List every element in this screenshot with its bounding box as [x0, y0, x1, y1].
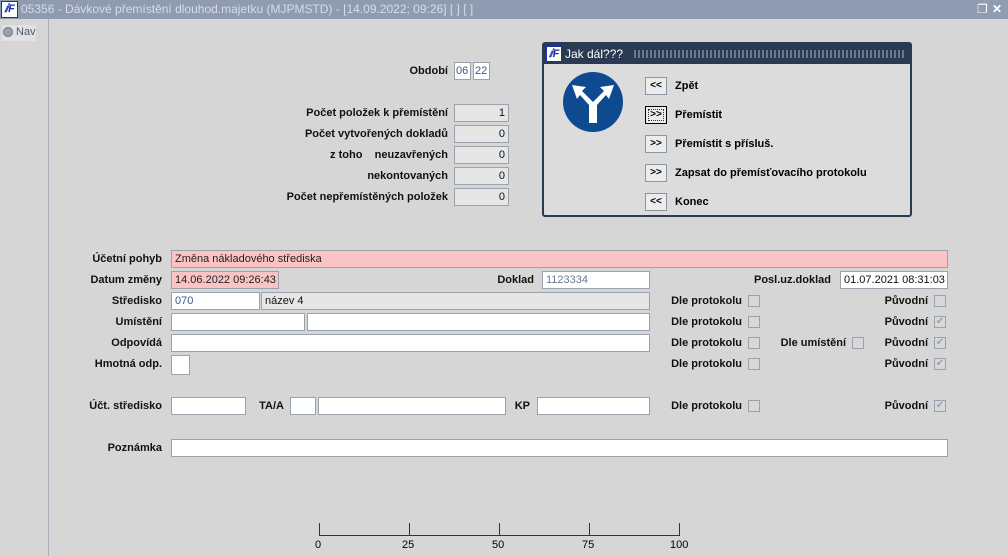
puvodni-label: Původní: [884, 337, 928, 349]
dialog-title-bar: ⅈF Jak dál???: [544, 44, 910, 64]
doklad-field[interactable]: 1123334: [542, 271, 650, 289]
close-icon[interactable]: ✕: [992, 0, 1002, 19]
dle-umisteni-label: Dle umístění: [780, 337, 846, 349]
radio-icon: [3, 27, 13, 37]
dle-protokolu-label: Dle protokolu: [671, 295, 742, 307]
puvodni-checkbox-checked[interactable]: ✔: [934, 358, 946, 370]
obdobi-label: Období: [409, 65, 449, 77]
kp-field[interactable]: [537, 397, 650, 415]
count-value: 0: [454, 167, 509, 185]
doklad-label: Doklad: [497, 274, 534, 286]
count-label: nekontovaných: [367, 170, 448, 182]
obdobi-year-input[interactable]: 22: [473, 62, 490, 80]
ucetni-pohyb-label: Účetní pohyb: [92, 253, 162, 265]
posl-uz-doklad-field: 01.07.2021 08:31:03: [840, 271, 948, 289]
count-label: Počet nepřemístěných položek: [286, 191, 448, 203]
scale-tick-label: 75: [582, 539, 595, 551]
option-label: Zpět: [675, 80, 699, 92]
dle-protokolu-checkbox[interactable]: [748, 337, 760, 349]
nav-button[interactable]: Nav: [2, 25, 36, 41]
window-title: 05356 - Dávkové přemístění dlouhod.majet…: [21, 2, 474, 16]
dle-protokolu-label: Dle protokolu: [671, 358, 742, 370]
stredisko-field[interactable]: 070: [171, 292, 260, 310]
taa-label: TA/A: [259, 400, 284, 412]
count-label: z toho neuzavřených: [330, 149, 448, 161]
count-value: 0: [454, 146, 509, 164]
dle-protokolu-label: Dle protokolu: [671, 400, 742, 412]
premistit-prislus-button[interactable]: >>: [645, 135, 667, 153]
scale-tick-label: 50: [492, 539, 505, 551]
restore-icon[interactable]: ❐: [977, 0, 988, 19]
app-logo-icon: ⅈF: [1, 1, 18, 18]
scale-tick: [319, 523, 320, 535]
taa-field[interactable]: [290, 397, 316, 415]
count-label: Počet položek k přemístění: [306, 107, 448, 119]
dialog-title: Jak dál???: [565, 47, 624, 61]
back-button[interactable]: <<: [645, 77, 667, 95]
puvodni-label: Původní: [884, 316, 928, 328]
nav-label: Nav: [16, 26, 36, 38]
konec-button[interactable]: <<: [645, 193, 667, 211]
dle-protokolu-label: Dle protokolu: [671, 316, 742, 328]
stredisko-label: Středisko: [111, 295, 162, 307]
poznamka-field[interactable]: [171, 439, 948, 457]
odpovida-field[interactable]: [171, 334, 650, 352]
umisteni-nazev-field[interactable]: [307, 313, 650, 331]
dle-protokolu-checkbox[interactable]: [748, 358, 760, 370]
dle-protokolu-checkbox[interactable]: [748, 316, 760, 328]
odpovida-label: Odpovídá: [111, 337, 162, 349]
umisteni-field[interactable]: [171, 313, 305, 331]
obdobi-month-input[interactable]: 06: [454, 62, 471, 80]
count-value: 1: [454, 104, 509, 122]
option-label: Přemístit s přísluš.: [675, 138, 774, 150]
scale-tick: [679, 523, 680, 535]
datum-zmeny-label: Datum změny: [90, 274, 162, 286]
hmotna-odp-field[interactable]: [171, 355, 190, 375]
datum-zmeny-field[interactable]: 14.06.2022 09:26:43: [171, 271, 279, 289]
count-label: Počet vytvořených dokladů: [304, 128, 448, 140]
zapsat-button[interactable]: >>: [645, 164, 667, 182]
nav-panel: Nav: [0, 19, 49, 556]
progress-scale-axis: [319, 535, 680, 536]
poznamka-label: Poznámka: [107, 442, 162, 454]
posl-uz-doklad-label: Posl.uz.doklad: [753, 274, 831, 286]
kp-label: KP: [514, 400, 530, 412]
puvodni-checkbox[interactable]: [934, 295, 946, 307]
option-label: Zapsat do přemísťovacího protokolu: [675, 167, 867, 179]
uct-stredisko-label: Účt. středisko: [89, 400, 162, 412]
stredisko-nazev-field: název 4: [261, 292, 650, 310]
puvodni-label: Původní: [884, 295, 928, 307]
dle-protokolu-label: Dle protokolu: [671, 337, 742, 349]
scale-tick-label: 25: [402, 539, 415, 551]
option-label: Přemístit: [675, 109, 723, 121]
puvodni-label: Původní: [884, 358, 928, 370]
road-sign-icon: [563, 72, 623, 132]
umisteni-label: Umístění: [115, 316, 162, 328]
option-label: Konec: [675, 196, 709, 208]
puvodni-label: Původní: [884, 400, 928, 412]
puvodni-checkbox-checked[interactable]: ✔: [934, 316, 946, 328]
premistit-button[interactable]: >>: [645, 106, 667, 124]
title-bar: ⅈF 05356 - Dávkové přemístění dlouhod.ma…: [0, 0, 1008, 19]
scale-tick: [589, 523, 590, 535]
dialog-logo-icon: ⅈF: [546, 46, 562, 62]
ucetni-pohyb-field[interactable]: Změna nákladového střediska: [171, 250, 948, 268]
dle-protokolu-checkbox[interactable]: [748, 400, 760, 412]
dle-protokolu-checkbox[interactable]: [748, 295, 760, 307]
puvodni-checkbox-checked[interactable]: ✔: [934, 337, 946, 349]
count-value: 0: [454, 188, 509, 206]
jak-dal-dialog: ⅈF Jak dál??? << Zpět >> Přemístit >> Př…: [542, 42, 912, 217]
hmotna-odp-label: Hmotná odp.: [94, 358, 162, 370]
uct-stredisko-field[interactable]: [171, 397, 246, 415]
scale-tick-label: 0: [315, 539, 322, 551]
dle-umisteni-checkbox[interactable]: [852, 337, 864, 349]
count-value: 0: [454, 125, 509, 143]
dialog-grip[interactable]: [634, 50, 906, 58]
scale-tick: [409, 523, 410, 535]
scale-tick-label: 100: [670, 539, 689, 551]
scale-tick: [499, 523, 500, 535]
taa-nazev-field[interactable]: [318, 397, 506, 415]
puvodni-checkbox-checked[interactable]: ✔: [934, 400, 946, 412]
